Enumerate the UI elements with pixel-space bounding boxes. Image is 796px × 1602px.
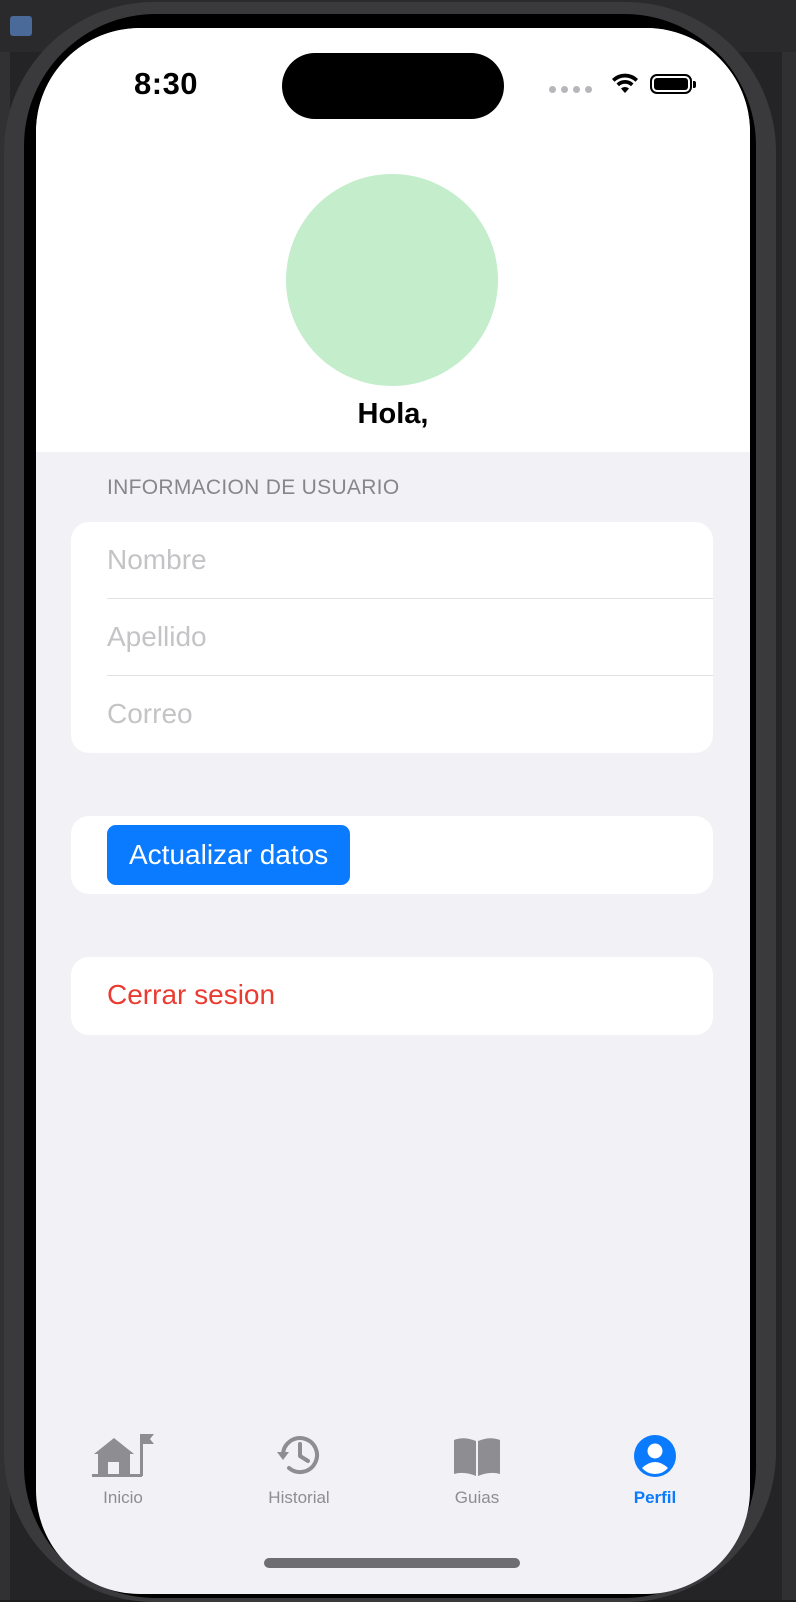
tab-guias[interactable]: Guias: [402, 1428, 552, 1528]
wifi-icon: [612, 73, 638, 93]
profile-header: 8:30 Hola,: [36, 28, 750, 452]
email-placeholder: Correo: [107, 698, 193, 729]
book-icon: [454, 1438, 500, 1476]
section-header-user-info: INFORMACION DE USUARIO: [107, 476, 400, 499]
app-screen: 8:30 Hola, INFORMACION DE USUARIO Nombre…: [36, 28, 750, 1594]
dynamic-island: [282, 53, 504, 119]
editor-edge: [782, 52, 796, 1600]
greeting-title: Hola,: [357, 398, 429, 430]
folder-icon: [10, 16, 32, 36]
update-section: Actualizar datos: [71, 816, 713, 894]
home-flag-icon: [92, 1434, 154, 1477]
tab-historial[interactable]: Historial: [224, 1428, 374, 1528]
home-indicator: [264, 1558, 520, 1568]
last-name-field[interactable]: Apellido: [107, 599, 713, 676]
user-info-form: Nombre Apellido Correo: [71, 522, 713, 753]
tab-label-guias: Guias: [454, 1488, 500, 1507]
status-icons: [549, 72, 696, 96]
history-clock-icon: [277, 1436, 319, 1474]
last-name-placeholder: Apellido: [107, 621, 207, 652]
battery-icon: [650, 74, 696, 94]
tab-label-historial: Historial: [268, 1488, 330, 1507]
update-data-button[interactable]: Actualizar datos: [107, 825, 351, 885]
first-name-field[interactable]: Nombre: [107, 522, 713, 599]
first-name-placeholder: Nombre: [107, 544, 207, 575]
cellular-signal-icon: [549, 85, 592, 93]
tab-label-inicio: Inicio: [103, 1488, 143, 1507]
tab-bar: Inicio Historial Guias Perfil: [36, 1428, 750, 1548]
logout-button-label: Cerrar sesion: [107, 979, 276, 1010]
tab-perfil[interactable]: Perfil: [580, 1428, 730, 1528]
status-time: 8:30: [134, 66, 199, 101]
logout-row[interactable]: Cerrar sesion: [71, 957, 713, 1035]
tab-inicio[interactable]: Inicio: [48, 1428, 198, 1528]
email-field[interactable]: Correo: [107, 676, 713, 753]
avatar: [286, 174, 498, 386]
person-circle-icon: [634, 1435, 676, 1477]
tab-label-perfil: Perfil: [633, 1488, 677, 1507]
